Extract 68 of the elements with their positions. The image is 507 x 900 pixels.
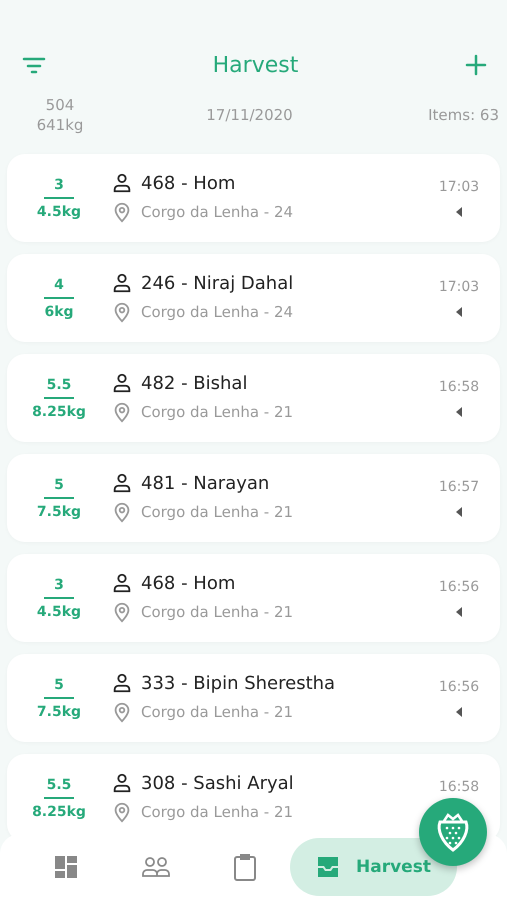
caret-icon [456,207,462,217]
harvest-card[interactable]: 5 7.5kg 333 - Bipin Sherestha Corgo da Lenha - 21 16:56 [7,654,500,742]
caret-icon [456,507,462,517]
worker-name: 468 - Hom [141,172,236,194]
worker-name: 308 - Sashi Aryal [141,772,294,794]
weight-value: 4.5kg [36,202,82,220]
location-text: Corgo da Lenha - 21 [141,603,294,621]
quantity-value: 3 [54,576,64,594]
harvest-card[interactable]: 5 7.5kg 481 - Narayan Corgo da Lenha - 21 16:57 [7,454,500,542]
caret-icon [456,407,462,417]
harvest-card[interactable]: 4 6kg 246 - Niraj Dahal Corgo da Lenha - 24 17:03 [7,254,500,342]
location-text: Corgo da Lenha - 21 [141,803,294,821]
caret-icon [456,307,462,317]
weight-value: 7.5kg [36,502,82,520]
total-weight: 641kg [36,115,84,135]
people-icon [142,856,170,878]
person-icon [111,272,133,294]
clipboard-icon [234,854,256,880]
time-label: 16:58 [438,779,480,795]
time-label: 17:03 [438,179,480,195]
weight-value: 7.5kg [36,702,82,720]
harvest-card[interactable]: 5.5 8.25kg 482 - Bishal Corgo da Lenha - 21 16:58 [7,354,500,442]
weight-value: 4.5kg [36,602,82,620]
add-button[interactable] [463,52,489,78]
plus-icon [465,54,487,76]
location-text: Corgo da Lenha - 24 [141,303,294,321]
location-text: Corgo da Lenha - 24 [141,203,294,221]
worker-name: 246 - Niraj Dahal [141,272,294,294]
location-text: Corgo da Lenha - 21 [141,403,294,421]
strawberry-icon [436,812,470,852]
worker-name: 482 - Bishal [141,372,248,394]
harvest-card[interactable]: 3 4.5kg 468 - Hom Corgo da Lenha - 24 17:03 [7,154,500,242]
worker-name: 468 - Hom [141,572,236,594]
worker-name: 333 - Bipin Sherestha [141,672,336,694]
time-label: 17:03 [438,279,480,295]
quantity-value: 5.5 [46,376,72,394]
person-icon [111,772,133,794]
time-label: 16:56 [438,579,480,595]
person-icon [111,572,133,594]
weight-value: 6kg [44,302,74,320]
total-count: 504 [46,95,74,115]
tray-icon [316,855,340,879]
items-count: Items: 63 [428,105,499,125]
page-title: Harvest [212,52,298,78]
person-icon [111,472,133,494]
filter-icon [22,55,46,75]
date-label: 17/11/2020 [206,105,293,125]
time-label: 16:57 [438,479,480,495]
time-label: 16:58 [438,379,480,395]
person-icon [111,172,133,194]
caret-icon [456,707,462,717]
caret-icon [456,607,462,617]
time-label: 16:56 [438,679,480,695]
weight-value: 8.25kg [32,802,86,820]
harvest-card[interactable]: 3 4.5kg 468 - Hom Corgo da Lenha - 21 16:56 [7,554,500,642]
weight-value: 8.25kg [32,402,86,420]
location-text: Corgo da Lenha - 21 [141,703,294,721]
person-icon [111,372,133,394]
quantity-value: 5 [54,676,64,694]
quantity-value: 3 [54,176,64,194]
person-icon [111,672,133,694]
location-text: Corgo da Lenha - 21 [141,503,294,521]
dashboard-icon [54,855,78,879]
worker-name: 481 - Narayan [141,472,270,494]
quantity-value: 5.5 [46,776,72,794]
quantity-value: 5 [54,476,64,494]
harvest-card[interactable]: 5.5 8.25kg 308 - Sashi Aryal Corgo da Lenha - 21 16:58 [7,754,500,838]
quantity-value: 4 [54,276,64,294]
